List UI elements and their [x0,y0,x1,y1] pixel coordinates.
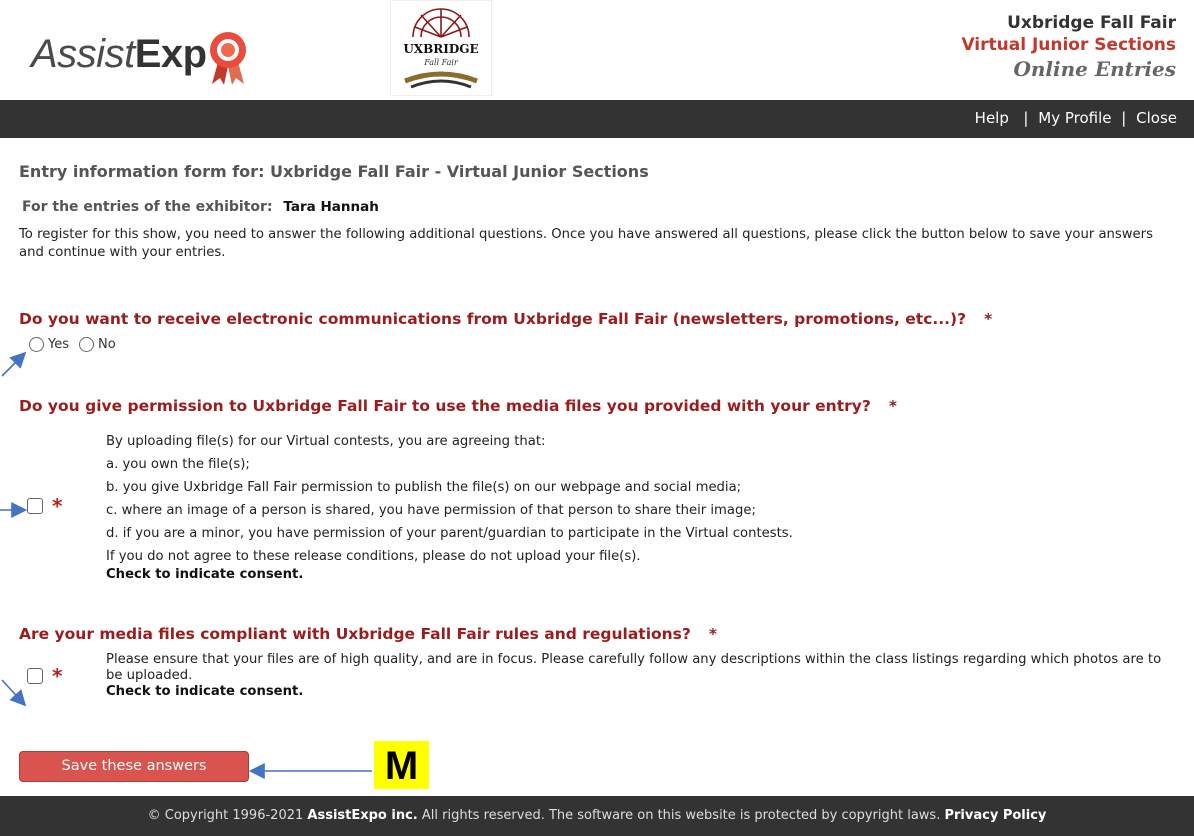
question-rules-compliance: Are your media files compliant with Uxbr… [19,623,1179,700]
radio-no-circle[interactable] [79,337,94,352]
help-link[interactable]: Help [975,109,1009,127]
required-marker: * [708,625,718,643]
copyright-text: © Copyright 1996-2021 [147,808,304,823]
fair-name: Uxbridge Fall Fair [1007,13,1176,33]
nav-separator: | [1121,109,1127,127]
release-line: a. you own the file(s); [106,457,250,472]
ferris-wheel-icon: UXBRIDGE Fall Fair [403,8,479,89]
release-line: By uploading file(s) for our Virtual con… [106,434,546,449]
rights-text: All rights reserved. The software on thi… [421,808,941,823]
question-communications: Do you want to receive electronic commun… [19,308,1179,352]
radio-no[interactable]: No [79,337,116,352]
consent-label: Check to indicate consent. [106,684,304,699]
release-line: d. if you are a minor, you have permissi… [106,526,793,541]
release-line: c. where an image of a person is shared,… [106,503,756,518]
release-line: If you do not agree to these release con… [106,549,641,564]
show-sections: Virtual Junior Sections [961,35,1176,55]
uxbridge-fair-badge: UXBRIDGE Fall Fair [390,0,492,96]
footer: © Copyright 1996-2021 AssistExpo inc. Al… [0,796,1194,836]
media-permission-checkbox[interactable] [27,498,43,514]
question-communications-title: Do you want to receive electronic commun… [19,310,967,328]
rosette-icon [209,32,246,85]
my-profile-link[interactable]: My Profile [1038,109,1111,127]
logo-light-text: Assist [31,32,135,76]
rules-compliance-checkbox-wrap: * [27,664,63,688]
top-nav-bar: Help | My Profile | Close [0,100,1194,138]
compliance-description: Please ensure that your files are of hig… [106,652,1162,683]
exhibitor-line: For the entries of the exhibitor: Tara H… [22,199,1179,215]
badge-subtitle: Fall Fair [423,58,459,67]
nav-separator: | [1018,109,1029,127]
exhibitor-name: Tara Hannah [283,199,379,215]
save-answers-button[interactable]: Save these answers [19,751,249,782]
page-title: Entry information form for: Uxbridge Fal… [19,162,649,181]
show-title-block: Uxbridge Fall Fair Virtual Junior Sectio… [961,12,1176,82]
badge-title: UXBRIDGE [403,42,478,56]
communications-radio-group: Yes No [29,337,1179,352]
question-media-permission: Do you give permission to Uxbridge Fall … [19,395,1179,582]
online-entries-label: Online Entries [1013,57,1176,81]
media-permission-checkbox-wrap: * [27,494,63,518]
radio-yes-circle[interactable] [29,337,44,352]
top-nav: Help | My Profile | Close [975,109,1177,127]
arrow-to-radio [1,351,27,377]
release-conditions: By uploading file(s) for our Virtual con… [106,430,1179,582]
release-line: b. you give Uxbridge Fall Fair permissio… [106,480,742,495]
logo-bold-text: Exp [134,32,207,76]
privacy-policy-link[interactable]: Privacy Policy [944,808,1046,823]
required-marker: * [984,310,993,328]
rules-compliance-checkbox[interactable] [27,668,43,684]
question-media-permission-title: Do you give permission to Uxbridge Fall … [19,397,871,415]
header: AssistExp UXBRIDGE Fall Fair Uxbridge Fa… [0,0,1194,100]
consent-label: Check to indicate consent. [106,567,304,582]
radio-yes-label: Yes [48,337,69,352]
radio-no-label: No [98,337,116,352]
required-marker: * [888,397,897,415]
radio-yes[interactable]: Yes [29,337,69,352]
company-name: AssistExpo inc. [307,808,418,823]
exhibitor-label: For the entries of the exhibitor: [22,199,273,215]
close-link[interactable]: Close [1136,109,1177,127]
form-instructions: To register for this show, you need to a… [19,227,1153,260]
question-rules-compliance-title: Are your media files compliant with Uxbr… [19,625,691,643]
compliance-text: Please ensure that your files are of hig… [106,652,1179,700]
entry-form: Entry information form for: Uxbridge Fal… [19,160,1179,782]
required-star: * [52,494,63,518]
required-star: * [52,664,63,688]
annotation-marker: M [374,741,429,789]
assistexpo-logo[interactable]: AssistExp [31,18,252,85]
